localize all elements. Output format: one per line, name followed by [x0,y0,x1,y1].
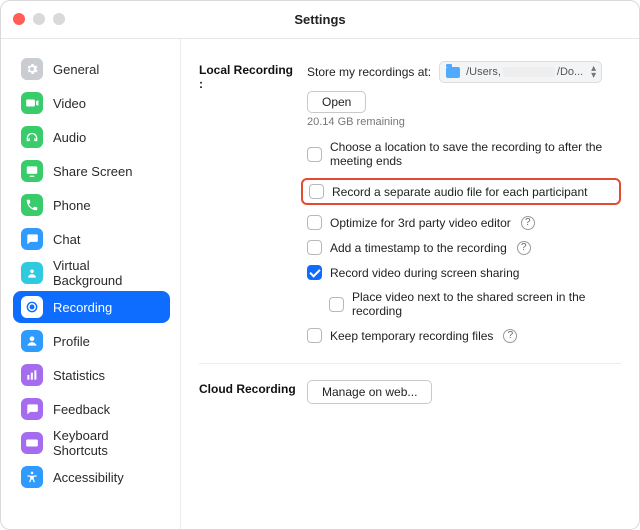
folder-icon [446,67,460,78]
checkbox[interactable] [307,147,322,162]
sidebar-item-label: Keyboard Shortcuts [53,428,162,458]
sidebar-item-label: Profile [53,334,90,349]
sidebar-item-profile[interactable]: Profile [13,325,170,357]
phone-icon [21,194,43,216]
statistics-icon [21,364,43,386]
checkbox[interactable] [307,215,322,230]
virtual-background-icon [21,262,43,284]
sidebar-item-keyboard-shortcuts[interactable]: Keyboard Shortcuts [13,427,170,459]
sidebar-item-chat[interactable]: Chat [13,223,170,255]
sidebar-item-audio[interactable]: Audio [13,121,170,153]
help-icon[interactable]: ? [517,241,531,255]
store-label: Store my recordings at: [307,65,431,79]
sidebar-item-label: Accessibility [53,470,124,485]
sidebar-item-label: Video [53,96,86,111]
general-icon [21,58,43,80]
option-label: Keep temporary recording files [330,329,493,343]
audio-icon [21,126,43,148]
sidebar-item-label: Chat [53,232,80,247]
zoom-window-button[interactable] [53,13,65,25]
local-recording-options: Choose a location to save the recording … [307,140,621,343]
option-label: Optimize for 3rd party video editor [330,216,511,230]
recording-icon [21,296,43,318]
sidebar-item-label: Audio [53,130,86,145]
sidebar-item-general[interactable]: General [13,53,170,85]
checkbox[interactable] [307,240,322,255]
option-add-a-timestamp-to-the-recording: Add a timestamp to the recording? [307,240,621,255]
accessibility-icon [21,466,43,488]
path-suffix: /Do... [557,66,583,78]
option-label: Choose a location to save the recording … [330,140,621,168]
sidebar-item-label: General [53,62,99,77]
sidebar-item-virtual-background[interactable]: Virtual Background [13,257,170,289]
path-prefix: /Users, [466,66,501,78]
sidebar-item-feedback[interactable]: Feedback [13,393,170,425]
cloud-recording-section: Cloud Recording Manage on web... [199,380,621,404]
sidebar-item-label: Statistics [53,368,105,383]
option-record-video-during-screen-sharing: Record video during screen sharing [307,265,621,280]
section-divider [199,363,621,364]
sidebar-item-share-screen[interactable]: Share Screen [13,155,170,187]
window-body: General Video Audio Share Screen Phone Chat Vi… [1,39,639,529]
window-controls [13,13,65,25]
titlebar: Settings [1,1,639,39]
help-icon[interactable]: ? [521,216,535,230]
option-optimize-for-3rd-party-video-editor: Optimize for 3rd party video editor? [307,215,621,230]
option-label: Place video next to the shared screen in… [352,290,621,318]
option-label: Record video during screen sharing [330,266,519,280]
checkbox[interactable] [307,328,322,343]
sidebar-item-phone[interactable]: Phone [13,189,170,221]
close-window-button[interactable] [13,13,25,25]
help-icon[interactable]: ? [503,329,517,343]
local-recording-section: Local Recording : Store my recordings at… [199,61,621,343]
option-place-video-next-to-the-shared-screen-in: Place video next to the shared screen in… [329,290,621,318]
local-recording-heading: Local Recording : [199,61,299,343]
checkbox[interactable] [309,184,324,199]
sidebar-item-label: Phone [53,198,91,213]
checkbox[interactable] [307,265,322,280]
sidebar-item-recording[interactable]: Recording [13,291,170,323]
settings-content: Local Recording : Store my recordings at… [181,39,639,529]
path-redacted [503,67,555,77]
open-folder-button[interactable]: Open [307,91,366,113]
profile-icon [21,330,43,352]
settings-sidebar: General Video Audio Share Screen Phone Chat Vi… [1,39,181,529]
checkbox[interactable] [329,297,344,312]
manage-on-web-button[interactable]: Manage on web... [307,380,432,404]
option-label: Add a timestamp to the recording [330,241,507,255]
sidebar-item-accessibility[interactable]: Accessibility [13,461,170,493]
sidebar-item-label: Share Screen [53,164,133,179]
chat-icon [21,228,43,250]
sidebar-item-label: Recording [53,300,112,315]
option-keep-temporary-recording-files: Keep temporary recording files? [307,328,621,343]
video-icon [21,92,43,114]
storage-remaining: 20.14 GB remaining [307,116,621,128]
settings-window: Settings General Video Audio Share Screen Ph… [0,0,640,530]
keyboard-shortcuts-icon [21,432,43,454]
recording-path-select[interactable]: /Users, /Do... ▴▾ [439,61,602,83]
option-record-a-separate-audio-file-for-each-pa: Record a separate audio file for each pa… [301,178,621,205]
sidebar-item-statistics[interactable]: Statistics [13,359,170,391]
sidebar-item-label: Feedback [53,402,110,417]
feedback-icon [21,398,43,420]
cloud-recording-heading: Cloud Recording [199,380,299,404]
sidebar-item-video[interactable]: Video [13,87,170,119]
option-label: Record a separate audio file for each pa… [332,185,588,199]
chevron-updown-icon: ▴▾ [591,65,596,79]
window-title: Settings [1,12,639,27]
minimize-window-button[interactable] [33,13,45,25]
option-choose-a-location-to-save-the-recording-: Choose a location to save the recording … [307,140,621,168]
share-screen-icon [21,160,43,182]
sidebar-item-label: Virtual Background [53,258,162,288]
